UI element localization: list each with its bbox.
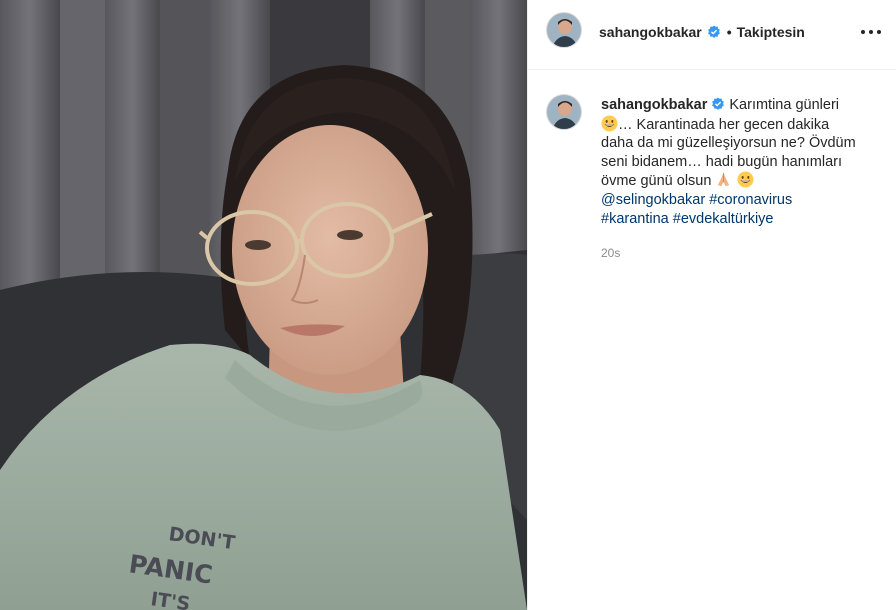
follow-status-button[interactable]: Takiptesin: [737, 24, 805, 40]
post-timestamp[interactable]: 20s: [601, 246, 620, 260]
post-photo[interactable]: DON'T PANIC IT'S: [0, 0, 527, 610]
post-side-panel: sahangokbakar • Takiptesin sahangokbakar…: [527, 0, 896, 610]
selfie-image: DON'T PANIC IT'S: [0, 0, 527, 610]
caption-username[interactable]: sahangokbakar: [601, 97, 707, 113]
header-username[interactable]: sahangokbakar: [599, 24, 702, 40]
post-header: sahangokbakar • Takiptesin: [528, 0, 896, 70]
header-separator: •: [726, 24, 732, 40]
mention-link[interactable]: @selingokbakar: [601, 192, 705, 208]
grinning-face-emoji-icon: [601, 115, 618, 132]
hashtag-link[interactable]: #coronavirus: [709, 192, 792, 208]
grinning-face-emoji-icon: [736, 171, 754, 188]
caption-avatar[interactable]: [546, 94, 582, 130]
caption-text: sahangokbakar Karımtina günleri … Karanti…: [601, 96, 856, 228]
verified-badge-icon: [707, 25, 721, 39]
folded-hands-emoji-icon: [715, 171, 732, 188]
verified-badge-icon: [711, 97, 725, 111]
hashtag-link[interactable]: #evdekaltürkiye: [673, 211, 774, 227]
header-avatar[interactable]: [546, 12, 582, 48]
more-horizontal-icon[interactable]: [861, 24, 881, 40]
caption-text-1: Karımtina günleri: [729, 97, 839, 113]
hashtag-link[interactable]: #karantina: [601, 211, 669, 227]
